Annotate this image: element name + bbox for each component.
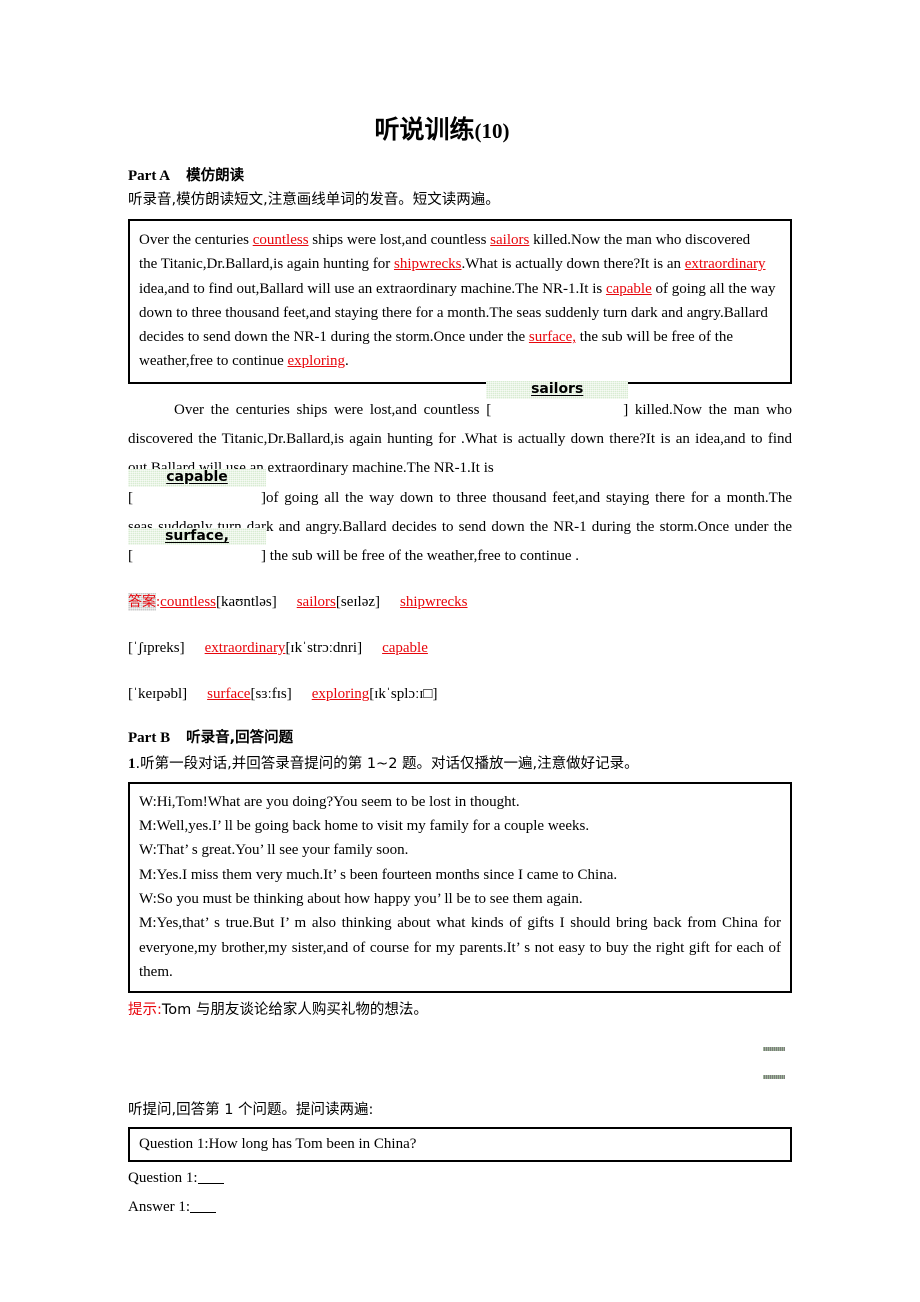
underlined-word: shipwrecks — [393, 256, 462, 273]
answer-slot-surface-value: surface, — [128, 527, 266, 546]
answer-key-word: countless — [160, 594, 216, 611]
hint-text: Tom 与朋友谈论给家人购买礼物的想法。 — [161, 1002, 428, 1019]
dialog-line: W:That’ s great.You’ ll see your family … — [139, 842, 409, 859]
question-label: Question 1: — [128, 1170, 198, 1187]
passage-text: idea,and to find out,Ballard will use an… — [139, 280, 606, 297]
answer-key-line-3: [ˈkeɪpəbl] surface[sɜːfɪs] exploring[ɪkˈsp… — [128, 682, 792, 706]
hint-label: 提示: — [128, 1002, 162, 1019]
bracket-close: ] — [623, 401, 629, 418]
answer-key-ipa: [ɪkˈsplɔːɪ□] — [369, 686, 438, 703]
dialog-box: W:Hi,Tom!What are you doing?You seem to … — [128, 781, 792, 994]
part-b-heading: Part B 听录音,回答问题 — [128, 728, 792, 750]
underlined-word: countless — [252, 232, 309, 248]
part-b-sub-instruction: 听提问,回答第 1 个问题。提问读两遍: — [128, 1101, 374, 1118]
part-b-cn-label: 听录音,回答问题 — [186, 730, 294, 747]
dialog-line: W:Hi,Tom!What are you doing?You seem to … — [139, 793, 520, 810]
answer-key-line-1: 答案:countless[kaʊntləs] sailors[seɪləz] shi… — [128, 590, 792, 614]
part-a-cn-label: 模仿朗读 — [186, 167, 245, 184]
dialog-line: M:Yes.I miss them very much.It’ s been f… — [139, 866, 618, 883]
part-b-instruction-text: .听第一段对话,并回答录音提问的第 1~2 题。对话仅播放一遍,注意做好记录。 — [135, 756, 639, 773]
answer-key-word: sailors — [296, 594, 336, 611]
answer-answer-line: Answer 1: — [128, 1195, 792, 1220]
part-b-label: Part B — [128, 730, 171, 747]
page-title-text: 听说训练 — [374, 115, 475, 144]
question-blank[interactable] — [197, 1183, 224, 1185]
answer-slot-capable[interactable]: capable [] — [128, 469, 266, 513]
underlined-word: extraordinary — [684, 256, 766, 273]
gapfill-text-4: the sub will be free of the weather,free… — [266, 548, 580, 565]
answer-label: Answer 1: — [128, 1199, 191, 1216]
underlined-word: sailors — [490, 232, 530, 248]
page-title-number: (10) — [474, 119, 510, 143]
part-a-label: Part A — [128, 167, 171, 184]
answer-key-label: 答案 — [128, 594, 156, 611]
answer-key-ipa: [ˈkeɪpəbl] — [128, 686, 188, 703]
answer-key-word: capable — [382, 640, 428, 657]
answer-key-word: surface — [207, 686, 251, 703]
document-page: 听说训练(10) Part A 模仿朗读 听录音,模仿朗读短文,注意画线单词的发音… — [0, 0, 920, 1302]
answer-key: 答案:countless[kaʊntləs] sailors[seɪləz] shi… — [128, 590, 792, 706]
part-b-question-number: 1 — [128, 756, 136, 773]
answer-key-ipa: [sɜːfɪs] — [250, 686, 292, 703]
question-box: Question 1:How long has Tom been in Chin… — [128, 1126, 792, 1163]
answer-slot-sailors-value: sailors — [486, 381, 629, 399]
answer-key-line-2: [ˈʃɪpreks] extraordinary[ɪkˈstrɔːdnri] cap… — [128, 636, 792, 660]
part-a-heading: Part A 模仿朗读 — [128, 166, 792, 188]
page-title: 听说训练(10) — [128, 0, 792, 144]
passage-line-1: Over the centuries countless ships were … — [139, 228, 781, 252]
answer-key-ipa: [ɪkˈstrɔːdnri] — [285, 640, 363, 657]
dialog-line: M:Well,yes.I’ ll be going back home to v… — [139, 818, 590, 835]
dash-mark-1 — [763, 1046, 785, 1051]
dialog-line: W:So you must be thinking about how happ… — [139, 890, 583, 907]
passage-text: Over the centuries — [139, 232, 253, 248]
dash-marks — [128, 1038, 792, 1084]
underlined-word: capable — [605, 280, 652, 297]
reading-passage-box: Over the centuries countless ships were … — [128, 219, 792, 384]
answer-key-word: extraordinary — [204, 640, 286, 657]
passage-text: ships were lost,and countless — [308, 232, 491, 248]
passage-text: . — [345, 353, 349, 370]
passage-text: the Titanic,Dr.Ballard,is again hunting … — [139, 256, 394, 273]
answer-slot-sailors[interactable]: sailors [] — [486, 381, 629, 425]
bracket-close: ] — [261, 548, 266, 565]
hint-line: 提示:Tom 与朋友谈论给家人购买礼物的想法。 — [128, 1000, 792, 1022]
bracket-close: ] — [261, 489, 266, 506]
gapfill-passage: Over the centuries ships were lost,and c… — [128, 381, 792, 572]
dash-mark-2 — [763, 1074, 785, 1079]
part-b-instruction: 1.听第一段对话,并回答录音提问的第 1~2 题。对话仅播放一遍,注意做好记录。 — [128, 753, 792, 776]
answer-key-word: exploring — [311, 686, 370, 703]
answer-key-ipa: [kaʊntləs] — [216, 594, 277, 611]
passage-line-2: the Titanic,Dr.Ballard,is again hunting … — [139, 252, 781, 373]
dialog-line: M:Yes,that’ s true.But I’ m also thinkin… — [139, 915, 781, 980]
question-answer-line: Question 1: — [128, 1166, 792, 1191]
answer-key-ipa: [seɪləz] — [335, 594, 381, 611]
gapfill-line-2: capable[]of going all the way down to th… — [128, 469, 792, 572]
part-a-instruction: 听录音,模仿朗读短文,注意画线单词的发音。短文读两遍。 — [128, 192, 500, 209]
underlined-word: exploring — [287, 353, 346, 370]
answer-key-word: shipwrecks — [400, 594, 468, 611]
underlined-word: surface, — [528, 329, 576, 346]
answer-blank[interactable] — [190, 1212, 217, 1214]
gapfill-text-1: Over the centuries ships were lost,and c… — [174, 401, 487, 418]
answer-slot-surface[interactable]: surface, [] — [128, 527, 266, 571]
passage-text: killed.Now the man who discovered — [529, 232, 751, 248]
bracket-open: [ — [128, 489, 133, 506]
bracket-open: [ — [486, 401, 492, 418]
answer-slot-capable-value: capable — [128, 469, 266, 487]
bracket-open: [ — [128, 548, 133, 565]
answer-key-ipa: [ˈʃɪpreks] — [128, 640, 185, 657]
passage-text: .What is actually down there?It is an — [461, 256, 685, 273]
